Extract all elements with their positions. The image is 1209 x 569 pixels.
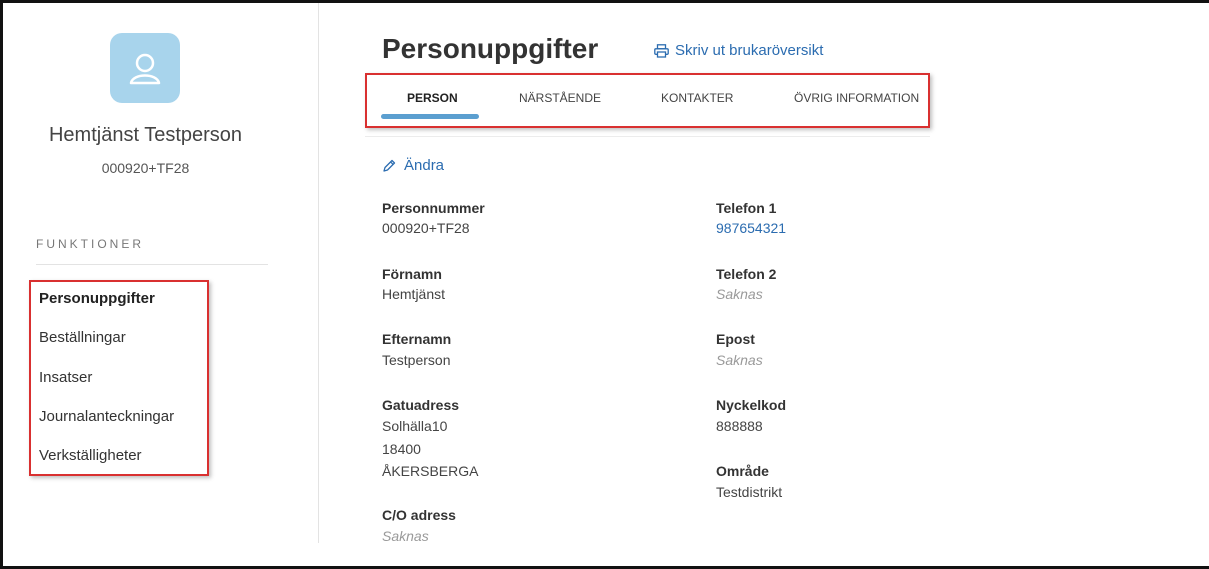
fornamn-value: Hemtjänst: [382, 286, 446, 302]
tab-person[interactable]: PERSON: [407, 91, 458, 105]
print-overview-link[interactable]: Skriv ut brukaröversikt: [654, 42, 823, 59]
telefon2-value: Saknas: [716, 286, 763, 302]
tab-divider: [365, 136, 930, 137]
sidebar-item-bestallningar[interactable]: Beställningar: [39, 329, 126, 346]
avatar: [110, 33, 180, 103]
sidebar-item-journalanteckningar[interactable]: Journalanteckningar: [39, 408, 174, 425]
gatuadress-label: Gatuadress: [382, 397, 460, 413]
epost-label: Epost: [716, 331, 755, 347]
omrade-value: Testdistrikt: [716, 484, 783, 500]
gatuadress-city: ÅKERSBERGA: [382, 463, 479, 479]
print-overview-label: Skriv ut brukaröversikt: [675, 42, 824, 59]
personnummer-value: 000920+TF28: [382, 220, 470, 236]
personnummer-label: Personnummer: [382, 200, 485, 216]
page-title: Personuppgifter: [382, 33, 599, 64]
sidebar-item-insatser[interactable]: Insatser: [39, 369, 92, 386]
functions-heading: FUNKTIONER: [36, 237, 144, 251]
edit-link[interactable]: Ändra: [382, 157, 444, 174]
co-adress-value: Saknas: [382, 528, 429, 544]
user-id: 000920+TF28: [101, 160, 190, 176]
tab-narstaende[interactable]: NÄRSTÅENDE: [519, 91, 601, 105]
co-adress-label: C/O adress: [382, 507, 456, 523]
nyckelkod-value: 888888: [716, 418, 763, 434]
telefon1-value[interactable]: 987654321: [716, 220, 786, 236]
efternamn-value: Testperson: [382, 352, 451, 368]
epost-value: Saknas: [716, 352, 763, 368]
gatuadress-street: Solhälla10: [382, 418, 448, 434]
edit-label: Ändra: [404, 157, 445, 174]
user-icon: [129, 53, 161, 85]
tab-bar: PERSON NÄRSTÅENDE KONTAKTER ÖVRIG INFORM…: [365, 73, 930, 128]
functions-menu: Personuppgifter Beställningar Insatser J…: [29, 280, 209, 476]
sidebar-item-verkstalligheter[interactable]: Verkställigheter: [39, 447, 142, 464]
tab-kontakter[interactable]: KONTAKTER: [661, 91, 733, 105]
functions-divider: [36, 264, 268, 265]
nyckelkod-label: Nyckelkod: [716, 397, 787, 413]
sidebar: Hemtjänst Testperson 000920+TF28 FUNKTIO…: [3, 3, 319, 543]
omrade-label: Område: [716, 463, 769, 479]
fornamn-label: Förnamn: [382, 266, 442, 282]
user-name: Hemtjänst Testperson: [48, 124, 243, 146]
pencil-icon: [383, 159, 396, 172]
active-tab-indicator: [381, 114, 479, 119]
gatuadress-postcode: 18400: [382, 441, 421, 457]
printer-icon: [654, 43, 669, 58]
efternamn-label: Efternamn: [382, 331, 452, 347]
telefon1-label: Telefon 1: [716, 200, 777, 216]
sidebar-item-personuppgifter[interactable]: Personuppgifter: [39, 290, 155, 307]
telefon2-label: Telefon 2: [716, 266, 777, 282]
tab-ovrig-information[interactable]: ÖVRIG INFORMATION: [794, 91, 919, 105]
